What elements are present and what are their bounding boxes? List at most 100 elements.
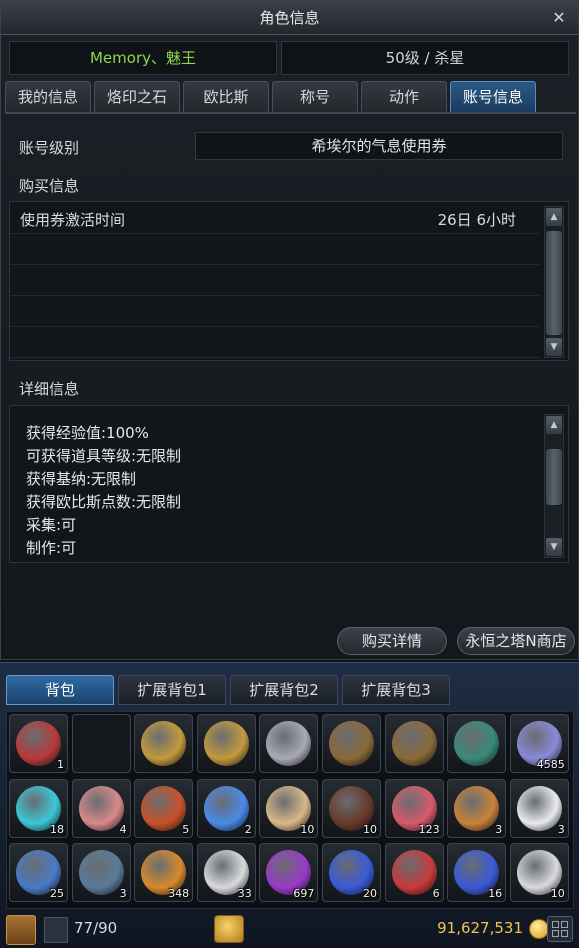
- inventory-slot[interactable]: 10: [509, 843, 569, 902]
- purchase-detail-button[interactable]: 购买详情: [337, 627, 447, 655]
- account-level-label: 账号级别: [19, 139, 80, 157]
- item-count: 123: [418, 822, 440, 836]
- inventory-panel: 背包 扩展背包1 扩展背包2 扩展背包3 1 4585 18 4 5 2 10 10 123 3 3…: [0, 662, 579, 948]
- inventory-slot[interactable]: 18: [9, 778, 68, 838]
- inventory-slot[interactable]: 4585: [509, 714, 569, 773]
- item-count: 5: [182, 822, 190, 836]
- item-count: 3: [495, 822, 503, 836]
- item-count: 4: [119, 822, 127, 836]
- inventory-slot[interactable]: [259, 714, 319, 773]
- tab-titles[interactable]: 称号: [272, 81, 358, 113]
- detail-scrollbar[interactable]: ▲ ▼: [544, 414, 564, 558]
- coin-stack-icon[interactable]: [214, 915, 244, 943]
- inventory-slot[interactable]: 20: [322, 843, 381, 902]
- empty-row: [10, 328, 540, 358]
- inventory-slot[interactable]: 1: [9, 714, 68, 773]
- bag-icon[interactable]: [6, 915, 36, 945]
- ring-icon: [391, 721, 437, 766]
- inventory-slot[interactable]: 123: [384, 778, 444, 838]
- item-count: 3: [119, 887, 127, 900]
- inventory-slot[interactable]: 3: [509, 778, 569, 838]
- detail-line: 制作:可: [26, 539, 77, 557]
- close-icon[interactable]: ✕: [548, 1, 570, 35]
- tab-bag[interactable]: 背包: [6, 675, 114, 705]
- inventory-slot[interactable]: [384, 714, 444, 773]
- inventory-slot[interactable]: 33: [196, 843, 256, 902]
- item-count: 348: [168, 887, 190, 900]
- tab-divider: [5, 112, 576, 114]
- scroll-down-icon[interactable]: ▼: [546, 538, 562, 556]
- inventory-slot[interactable]: 25: [9, 843, 68, 902]
- inventory-slot[interactable]: 697: [259, 843, 319, 902]
- inventory-slot[interactable]: 6: [384, 843, 444, 902]
- detail-line: 可获得道具等级:无限制: [26, 447, 182, 465]
- gold-helmet-icon: [141, 721, 187, 766]
- tab-brand-stone[interactable]: 烙印之石: [94, 81, 180, 113]
- inventory-slot[interactable]: [71, 714, 131, 773]
- inventory-slot[interactable]: 3: [71, 843, 131, 902]
- detail-line: 获得基纳:无限制: [26, 470, 137, 488]
- item-count: 2: [244, 822, 252, 836]
- purchase-row-value: 26日 6小时: [437, 211, 516, 229]
- gold-helmet-icon: [203, 721, 249, 766]
- scroll-down-icon[interactable]: ▼: [546, 338, 562, 356]
- inventory-slot[interactable]: [322, 714, 381, 773]
- item-count: 20: [363, 887, 377, 900]
- inventory-slot[interactable]: 3: [447, 778, 507, 838]
- shop-button[interactable]: 永恒之塔N商店: [457, 627, 575, 655]
- inventory-slot[interactable]: [447, 714, 507, 773]
- tab-obis[interactable]: 欧比斯: [183, 81, 269, 113]
- tab-ext-bag-2[interactable]: 扩展背包2: [230, 675, 338, 705]
- capacity-icon: [44, 917, 68, 943]
- inventory-slot[interactable]: 16: [447, 843, 507, 902]
- scroll-up-icon[interactable]: ▲: [546, 416, 562, 434]
- purchase-scrollbar[interactable]: ▲ ▼: [544, 206, 564, 358]
- tab-my-info[interactable]: 我的信息: [5, 81, 91, 113]
- inventory-slot[interactable]: [196, 714, 256, 773]
- inventory-slot[interactable]: 348: [134, 843, 194, 902]
- window-title: 角色信息: [259, 9, 320, 27]
- empty-row: [10, 297, 540, 327]
- inventory-slot[interactable]: [134, 714, 194, 773]
- inventory-slot[interactable]: 2: [196, 778, 256, 838]
- tab-emotes[interactable]: 动作: [361, 81, 447, 113]
- item-count: 25: [50, 887, 64, 900]
- account-level-value: 希埃尔的气息使用券: [195, 132, 563, 160]
- empty-row: [10, 266, 540, 296]
- bracelet-icon: [454, 721, 500, 766]
- gold-amount: 91,627,531: [437, 919, 523, 937]
- info-tabs: 我的信息 烙印之石 欧比斯 称号 动作 账号信息: [5, 81, 576, 113]
- item-count: 4585: [536, 758, 565, 771]
- tab-account-info[interactable]: 账号信息: [450, 81, 536, 113]
- item-count: 18: [50, 822, 64, 836]
- scroll-thumb[interactable]: [546, 449, 562, 505]
- inventory-slot[interactable]: 4: [71, 778, 131, 838]
- sort-grid-icon[interactable]: [547, 916, 573, 942]
- tab-ext-bag-1[interactable]: 扩展背包1: [118, 675, 226, 705]
- item-count: 10: [550, 887, 565, 900]
- tab-ext-bag-3[interactable]: 扩展背包3: [342, 675, 450, 705]
- item-count: 16: [488, 887, 503, 900]
- window-titlebar[interactable]: 角色信息 ✕: [1, 1, 578, 35]
- bun-basket-icon: [454, 785, 500, 831]
- polar-bear-icon: [516, 785, 562, 831]
- inventory-slot[interactable]: 10: [322, 778, 381, 838]
- red-feather-icon: [16, 721, 61, 766]
- inventory-slot[interactable]: 10: [259, 778, 319, 838]
- bag-tabs: 背包 扩展背包1 扩展背包2 扩展背包3: [6, 675, 450, 705]
- list-item: 使用券激活时间 26日 6小时: [10, 204, 540, 234]
- detail-line: 获得经验值:100%: [26, 424, 149, 442]
- purchase-info-label: 购买信息: [19, 177, 80, 195]
- scroll-up-icon[interactable]: ▲: [546, 208, 562, 226]
- inventory-slot[interactable]: 5: [134, 778, 194, 838]
- ring-icon: [329, 721, 374, 766]
- dark-crystal-icon: [78, 850, 124, 895]
- item-count: 3: [557, 822, 565, 836]
- item-count: 33: [237, 887, 252, 900]
- item-count: 697: [293, 887, 315, 900]
- kinah-coin-icon: [529, 919, 549, 939]
- scroll-thumb[interactable]: [546, 231, 562, 335]
- item-count: 1: [57, 758, 64, 771]
- detail-info-label: 详细信息: [19, 380, 80, 398]
- purchase-row-key: 使用券激活时间: [20, 211, 126, 229]
